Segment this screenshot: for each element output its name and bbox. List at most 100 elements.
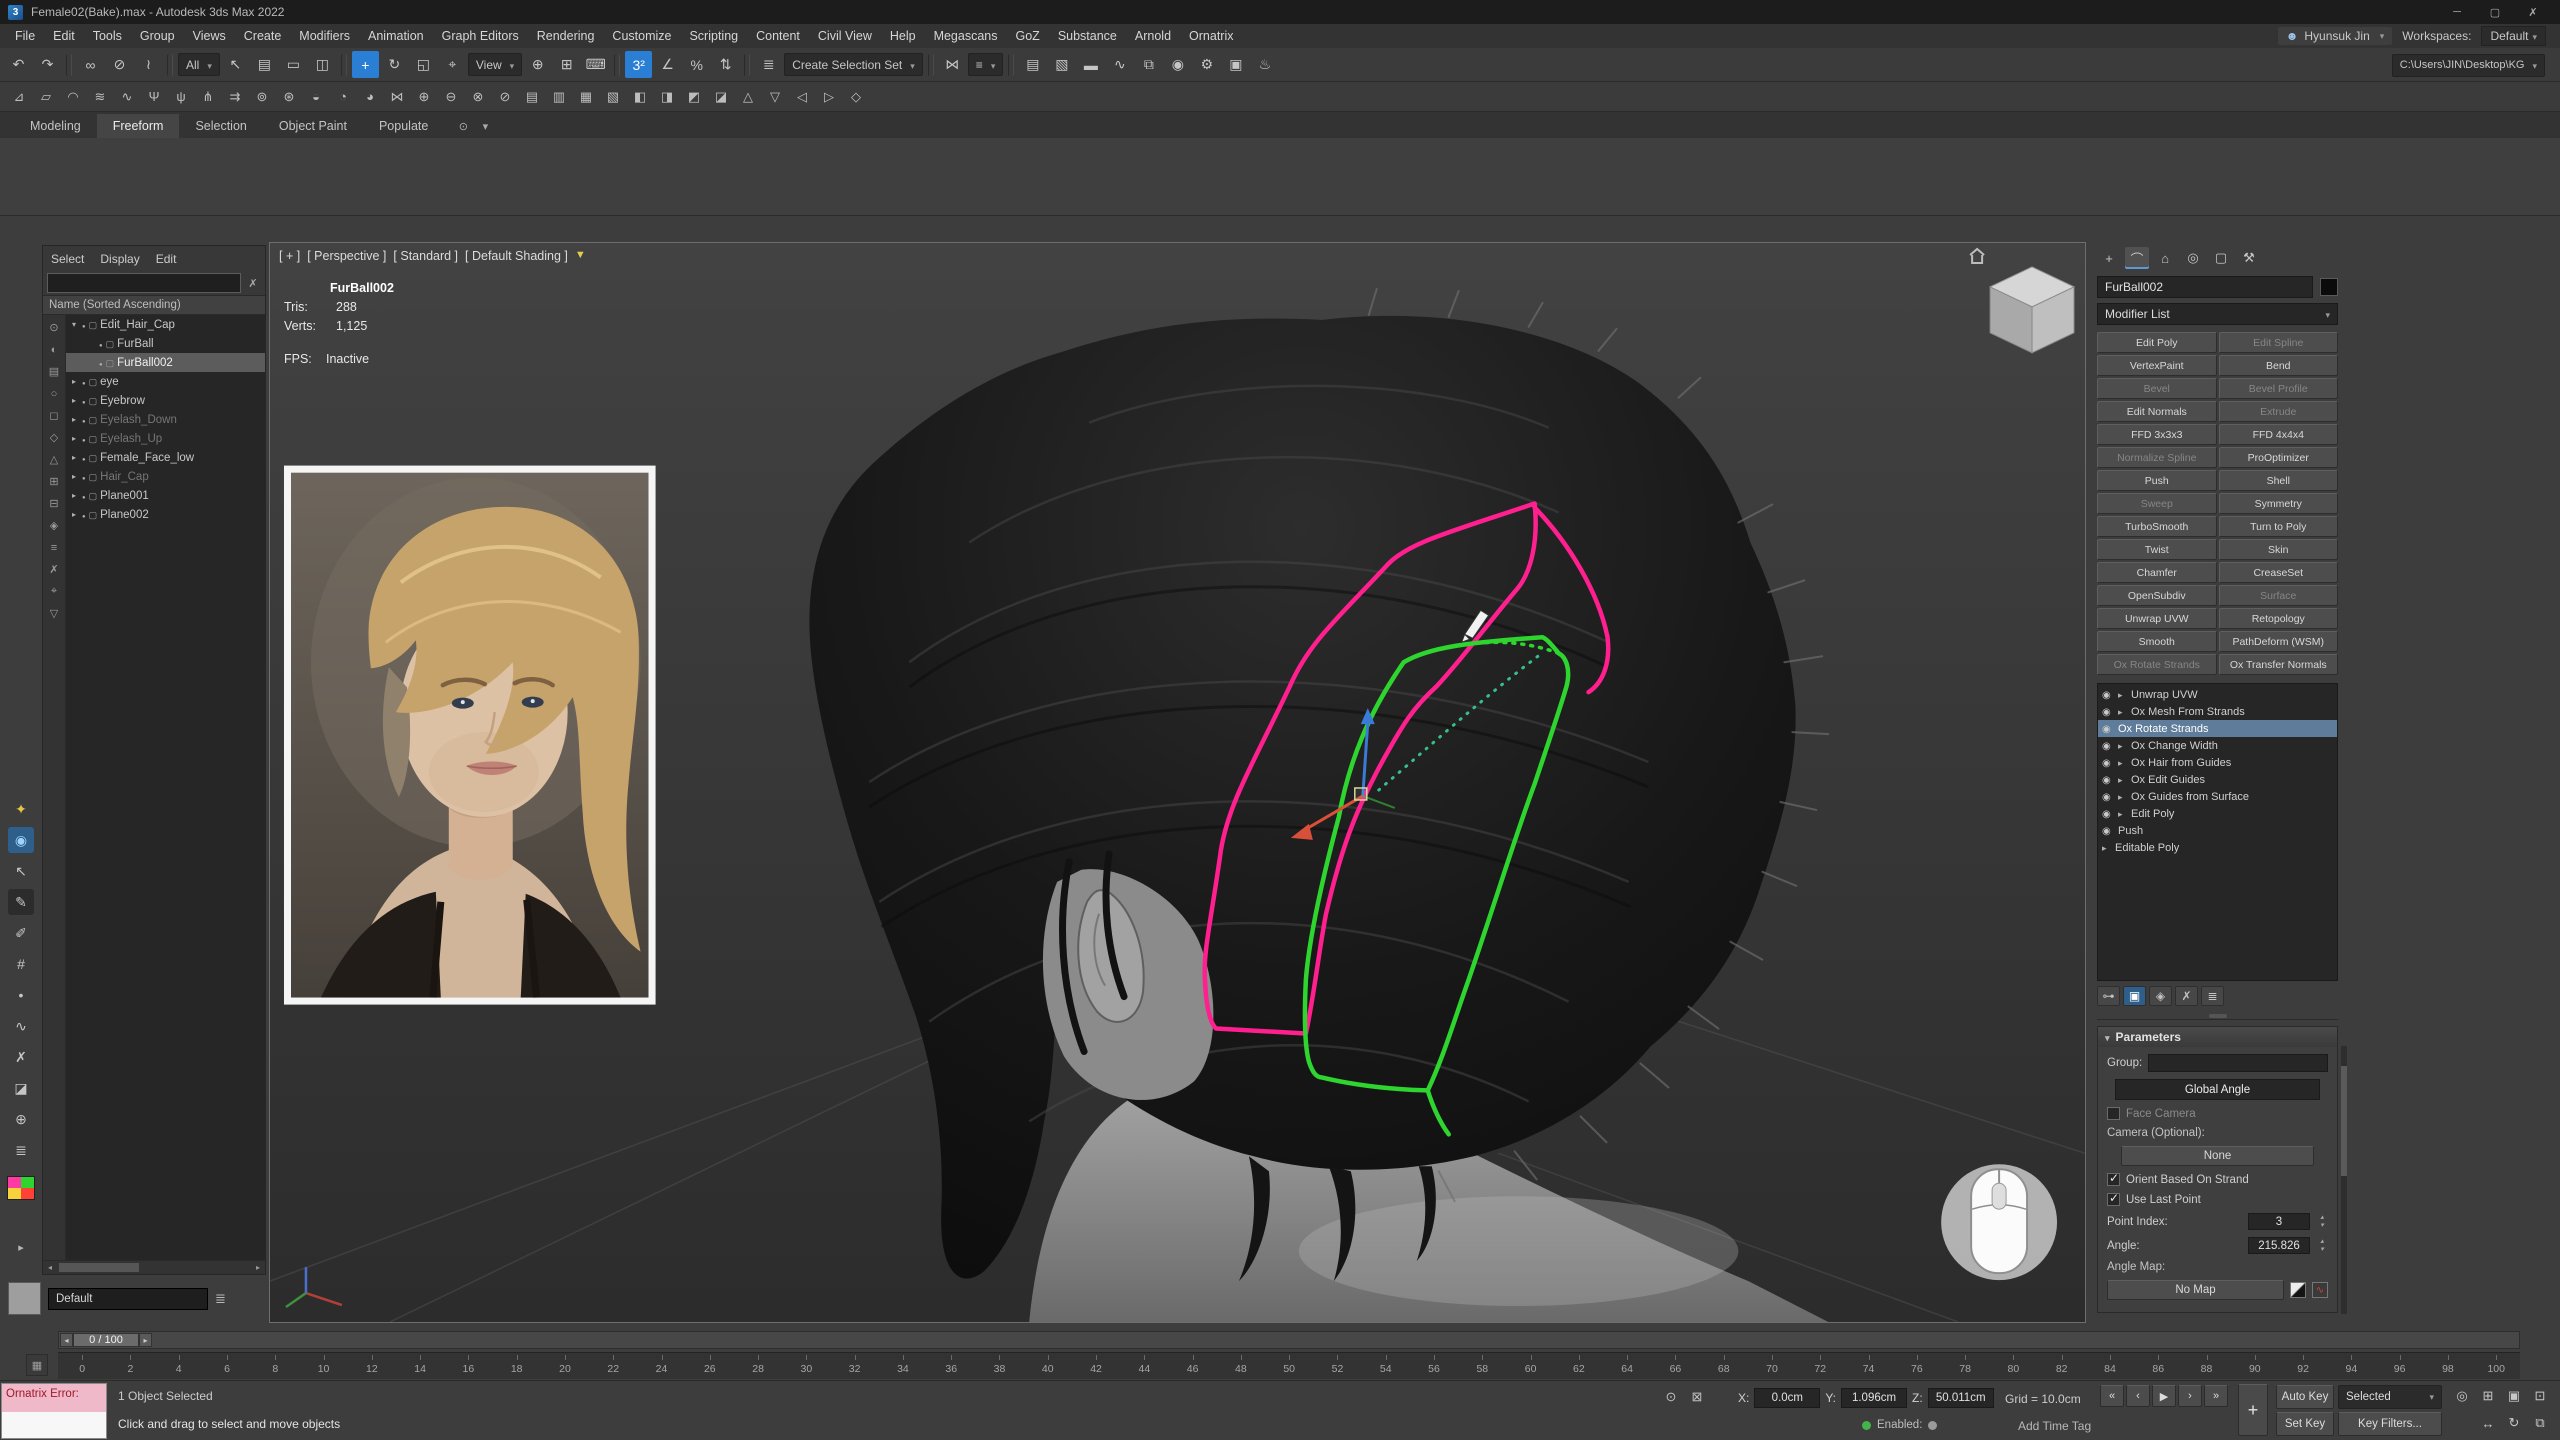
custom-toolbar-icon[interactable]: ▱ (34, 85, 58, 109)
visibility-dot-icon[interactable] (99, 338, 103, 350)
modifier-button[interactable]: FFD 4x4x4 (2219, 424, 2339, 445)
menu-item[interactable]: Civil View (809, 24, 881, 48)
expand-arrow-icon[interactable] (2118, 791, 2127, 803)
modifier-button[interactable]: Symmetry (2219, 493, 2339, 514)
modifier-button[interactable]: CreaseSet (2219, 562, 2339, 583)
previous-frame-arrow[interactable]: ◂ (60, 1333, 73, 1347)
modifier-button[interactable]: Shell (2219, 470, 2339, 491)
menu-item[interactable]: Tools (84, 24, 131, 48)
snaps-toggle-icon[interactable]: 3² (625, 51, 652, 78)
maximize-button[interactable]: ▢ (2476, 0, 2514, 24)
menu-item[interactable]: GoZ (1007, 24, 1049, 48)
expand-arrow-icon[interactable]: ▸ (69, 491, 79, 500)
visibility-eye-icon[interactable] (2102, 689, 2114, 701)
explorer-column-header[interactable]: Name (Sorted Ascending) (43, 295, 265, 315)
menu-item[interactable]: Modifiers (290, 24, 359, 48)
scroll-left-icon[interactable]: ◂ (43, 1261, 57, 1274)
set-keys-button[interactable]: + (2238, 1384, 2268, 1436)
brush-tool-icon[interactable]: ✐ (8, 920, 34, 946)
timeline-ruler[interactable]: 0246810121416182022242628303234363840424… (58, 1352, 2520, 1379)
explorer-menu-display[interactable]: Display (100, 252, 139, 266)
menu-item[interactable]: Group (131, 24, 184, 48)
viewport-standard-menu[interactable]: [ Standard ] (393, 249, 458, 263)
percent-snap-icon[interactable]: % (683, 51, 710, 78)
visibility-eye-icon[interactable] (2102, 757, 2114, 769)
modifier-button[interactable]: Ox Transfer Normals (2219, 654, 2339, 675)
modifier-stack-row[interactable]: Unwrap UVW (2098, 686, 2337, 703)
select-and-move-icon[interactable]: + (352, 51, 379, 78)
custom-toolbar-icon[interactable]: ⋔ (196, 85, 220, 109)
maxscript-mini-listener[interactable]: Ornatrix Error: (1, 1383, 107, 1439)
visibility-dot-icon[interactable] (82, 414, 86, 426)
scene-object-row[interactable]: ▸ Female_Face_low (66, 448, 265, 467)
play-animation-button[interactable]: ▶ (2152, 1385, 2176, 1407)
select-and-rotate-icon[interactable]: ↻ (381, 51, 408, 78)
lock-selection-icon[interactable]: ⊠ (1686, 1386, 1708, 1408)
modifier-button[interactable]: OpenSubdiv (2097, 585, 2217, 606)
render-production-icon[interactable]: ♨ (1251, 51, 1278, 78)
explorer-tool-icon[interactable]: ⊞ (45, 472, 64, 491)
explorer-tool-icon[interactable]: ◈ (45, 516, 64, 535)
expand-arrow-icon[interactable] (2118, 808, 2127, 820)
menu-item[interactable]: Substance (1049, 24, 1126, 48)
modifier-button[interactable]: PathDeform (WSM) (2219, 631, 2339, 652)
listener-input-line[interactable] (2, 1412, 106, 1438)
visibility-eye-icon[interactable] (2102, 791, 2114, 803)
menu-item[interactable]: File (6, 24, 44, 48)
add-time-tag[interactable]: Add Time Tag (2018, 1419, 2091, 1433)
visibility-dot-icon[interactable] (82, 395, 86, 407)
command-panel-scrollbar[interactable] (2341, 1046, 2347, 1314)
custom-toolbar-icon[interactable]: ⊛ (277, 85, 301, 109)
user-account-dropdown[interactable]: ☻ Hyunsuk Jin (2278, 27, 2393, 45)
expand-arrow-icon[interactable] (2118, 757, 2127, 769)
create-tab-icon[interactable]: + (2097, 247, 2121, 269)
scene-object-row[interactable]: FurBall002 (66, 353, 265, 372)
layer-list-icon[interactable]: ≣ (215, 1291, 226, 1307)
modifier-button[interactable]: Edit Poly (2097, 332, 2217, 353)
visibility-eye-icon[interactable] (2102, 825, 2114, 837)
modifier-button[interactable]: TurboSmooth (2097, 516, 2217, 537)
toggle-layer-explorer-icon[interactable]: ▧ (1048, 51, 1075, 78)
pan-hand-icon[interactable]: ✦ (8, 796, 34, 822)
angle-map-button[interactable]: No Map (2107, 1280, 2284, 1300)
close-button[interactable]: ✗ (2514, 0, 2552, 24)
modifier-button[interactable]: Bend (2219, 355, 2339, 376)
swatch-button[interactable] (8, 1282, 41, 1315)
custom-toolbar-icon[interactable]: ▧ (601, 85, 625, 109)
visibility-dot-icon[interactable] (82, 452, 86, 464)
menu-item[interactable]: Graph Editors (433, 24, 528, 48)
z-coordinate-input[interactable]: 50.011cm (1928, 1388, 1994, 1408)
explorer-tool-icon[interactable]: ▤ (45, 362, 64, 381)
explorer-tool-icon[interactable]: ✗ (45, 560, 64, 579)
angle-snap-icon[interactable]: ∠ (654, 51, 681, 78)
explorer-tool-icon[interactable]: ▽ (45, 604, 64, 623)
orbit-view-icon[interactable]: ↻ (2502, 1412, 2526, 1434)
grid-tool-icon[interactable]: # (8, 951, 34, 977)
scene-object-row[interactable]: ▸ Eyelash_Up (66, 429, 265, 448)
keyboard-override-icon[interactable]: ⌨ (582, 51, 609, 78)
custom-toolbar-icon[interactable]: ◩ (682, 85, 706, 109)
ribbon-tab[interactable]: Selection (179, 114, 262, 138)
hierarchy-tab-icon[interactable]: ⌂ (2153, 247, 2177, 269)
visibility-eye-icon[interactable] (2102, 774, 2114, 786)
menu-item[interactable]: Megascans (925, 24, 1007, 48)
menu-item[interactable]: Edit (44, 24, 84, 48)
expand-arrow-icon[interactable]: ▸ (69, 396, 79, 405)
angle-spinner[interactable]: 215.826 (2248, 1237, 2310, 1254)
modifier-button[interactable]: VertexPaint (2097, 355, 2217, 376)
modifier-list-dropdown[interactable]: Modifier List (2097, 303, 2338, 325)
scene-object-row[interactable]: ▸ Eyebrow (66, 391, 265, 410)
menu-item[interactable]: Content (747, 24, 809, 48)
reference-coordinate-dropdown[interactable]: View (468, 53, 522, 76)
viewport-shading-menu[interactable]: [ Default Shading ] (465, 249, 568, 263)
expand-arrow-icon[interactable]: ▸ (69, 510, 79, 519)
face-camera-checkbox[interactable] (2107, 1107, 2120, 1120)
custom-toolbar-icon[interactable]: ψ (169, 85, 193, 109)
zoom-all-icon[interactable]: ⊞ (2476, 1385, 2500, 1407)
menu-item[interactable]: Arnold (1126, 24, 1180, 48)
layers-tool-icon[interactable]: ≣ (8, 1137, 34, 1163)
modifier-button[interactable]: Extrude (2219, 401, 2339, 422)
menu-item[interactable]: Help (881, 24, 925, 48)
explorer-horizontal-scrollbar[interactable]: ◂ ▸ (43, 1260, 265, 1274)
x-coordinate-input[interactable]: 0.0cm (1754, 1388, 1820, 1408)
